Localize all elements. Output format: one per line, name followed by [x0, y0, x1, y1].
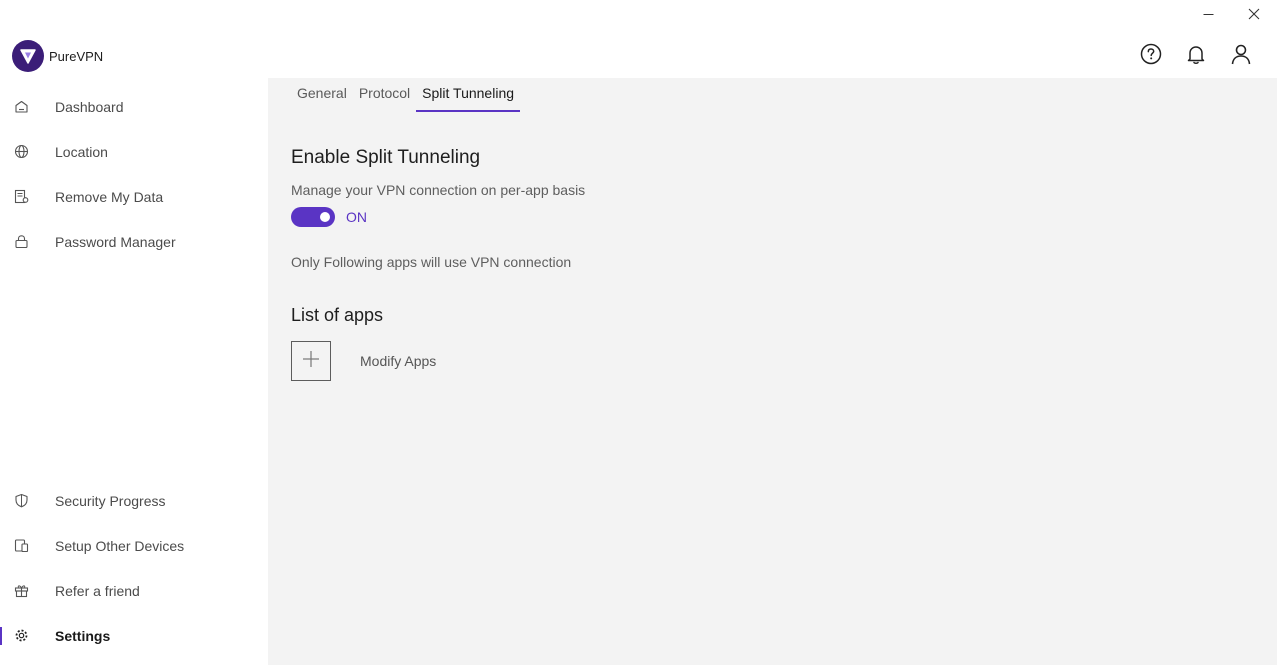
- tab-general[interactable]: General: [291, 78, 353, 112]
- purevpn-logo: [12, 40, 44, 72]
- sidebar-item-label: Location: [55, 144, 108, 160]
- sidebar-item-label: Refer a friend: [55, 583, 140, 599]
- vpn-apps-note: Only Following apps will use VPN connect…: [291, 254, 572, 270]
- gift-icon: [14, 583, 29, 598]
- toggle-knob: [320, 212, 330, 222]
- help-icon[interactable]: [1138, 41, 1164, 67]
- sidebar-item-label: Dashboard: [55, 99, 124, 115]
- gear-icon: [14, 628, 29, 643]
- sidebar-item-settings[interactable]: Settings: [0, 618, 268, 654]
- sidebar-item-label: Password Manager: [55, 234, 176, 250]
- home-icon: [14, 99, 29, 114]
- settings-content: General Protocol Split Tunneling Enable …: [268, 78, 1277, 665]
- sidebar-item-location[interactable]: Location: [0, 134, 268, 170]
- sidebar-item-security-progress[interactable]: Security Progress: [0, 483, 268, 519]
- minimize-icon: [1203, 9, 1214, 20]
- split-tunneling-title: Enable Split Tunneling: [291, 147, 481, 168]
- user-icon[interactable]: [1228, 41, 1254, 67]
- sidebar-item-refer-a-friend[interactable]: Refer a friend: [0, 573, 268, 609]
- tab-split-tunneling[interactable]: Split Tunneling: [416, 78, 520, 112]
- app-name: PureVPN: [49, 48, 104, 64]
- app-window: PureVPN Dashboard Location Remove My Dat…: [0, 0, 1277, 665]
- sidebar-item-label: Setup Other Devices: [55, 538, 185, 554]
- sidebar-item-setup-other-devices[interactable]: Setup Other Devices: [0, 528, 268, 564]
- list-of-apps-title: List of apps: [291, 305, 384, 325]
- devices-icon: [14, 538, 29, 553]
- toggle-state-label: ON: [346, 209, 367, 225]
- modify-apps-link[interactable]: Modify Apps: [360, 353, 436, 369]
- sidebar-item-label: Settings: [55, 628, 111, 644]
- add-app-button[interactable]: [291, 341, 331, 381]
- sidebar-item-remove-my-data[interactable]: Remove My Data: [0, 179, 268, 215]
- settings-tabs: General Protocol Split Tunneling: [291, 78, 520, 112]
- sidebar-item-label: Security Progress: [55, 493, 166, 509]
- close-icon: [1248, 8, 1260, 20]
- sidebar-item-label: Remove My Data: [55, 189, 164, 205]
- bell-icon[interactable]: [1183, 41, 1209, 67]
- tab-protocol[interactable]: Protocol: [353, 78, 416, 112]
- window-controls: [1185, 0, 1277, 28]
- globe-icon: [14, 144, 29, 159]
- close-button[interactable]: [1231, 0, 1277, 28]
- data-removal-icon: [14, 189, 29, 204]
- sidebar-item-dashboard[interactable]: Dashboard: [0, 89, 268, 125]
- shield-icon: [14, 493, 29, 508]
- minimize-button[interactable]: [1185, 0, 1231, 28]
- split-tunneling-toggle[interactable]: [291, 207, 335, 227]
- lock-icon: [14, 234, 29, 249]
- sidebar: Dashboard Location Remove My Data Passwo…: [0, 78, 268, 665]
- split-tunneling-description: Manage your VPN connection on per-app ba…: [291, 182, 586, 198]
- sidebar-item-password-manager[interactable]: Password Manager: [0, 224, 268, 260]
- plus-icon: [302, 350, 320, 373]
- header-actions: [1119, 41, 1254, 67]
- brand: PureVPN: [12, 40, 103, 72]
